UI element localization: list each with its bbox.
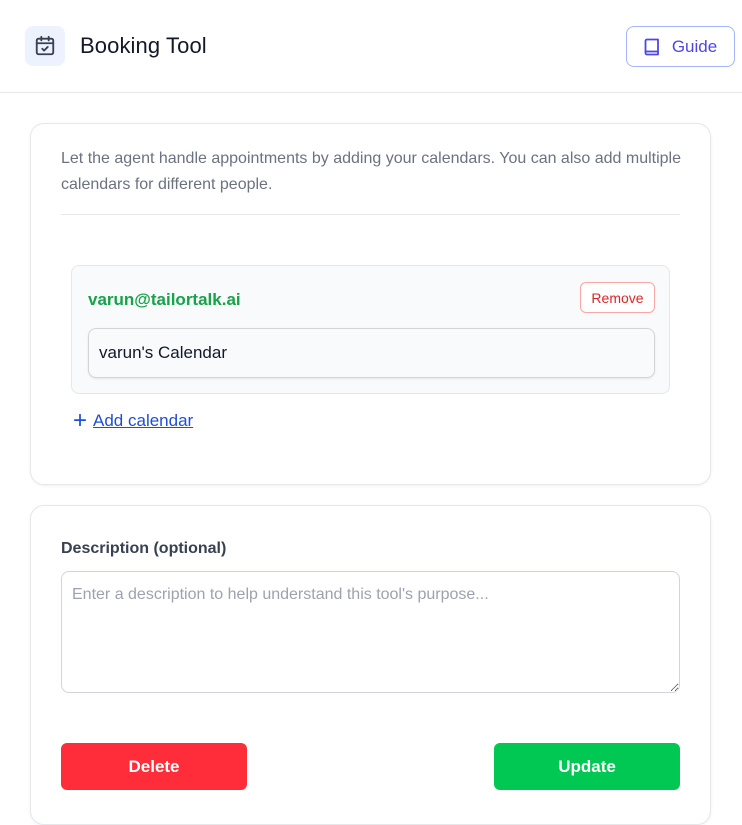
- calendar-entry: varun@tailortalk.ai Remove: [71, 265, 670, 394]
- add-calendar-label: Add calendar: [93, 411, 194, 430]
- header: Booking Tool Guide: [0, 0, 742, 93]
- divider: [61, 214, 680, 215]
- book-icon: [644, 37, 662, 57]
- description-label: Description (optional): [61, 540, 227, 557]
- calendar-check-icon: [25, 26, 65, 66]
- page-title: Booking Tool: [80, 33, 207, 58]
- calendars-card: Let the agent handle appointments by add…: [30, 123, 711, 485]
- description-textarea[interactable]: [61, 571, 680, 693]
- delete-button[interactable]: Delete: [61, 743, 247, 790]
- guide-button-label: Guide: [671, 36, 718, 56]
- remove-calendar-button[interactable]: Remove: [580, 282, 655, 313]
- calendars-intro-text: Let the agent handle appointments by add…: [61, 150, 681, 193]
- add-calendar-link[interactable]: + Add calendar: [73, 407, 194, 434]
- guide-button[interactable]: Guide: [626, 26, 735, 67]
- description-card: Description (optional) Delete Update: [30, 505, 711, 825]
- calendar-email: varun@tailortalk.ai: [88, 290, 241, 309]
- plus-icon: +: [73, 407, 88, 434]
- calendar-name-input[interactable]: [88, 328, 655, 378]
- update-button[interactable]: Update: [494, 743, 680, 790]
